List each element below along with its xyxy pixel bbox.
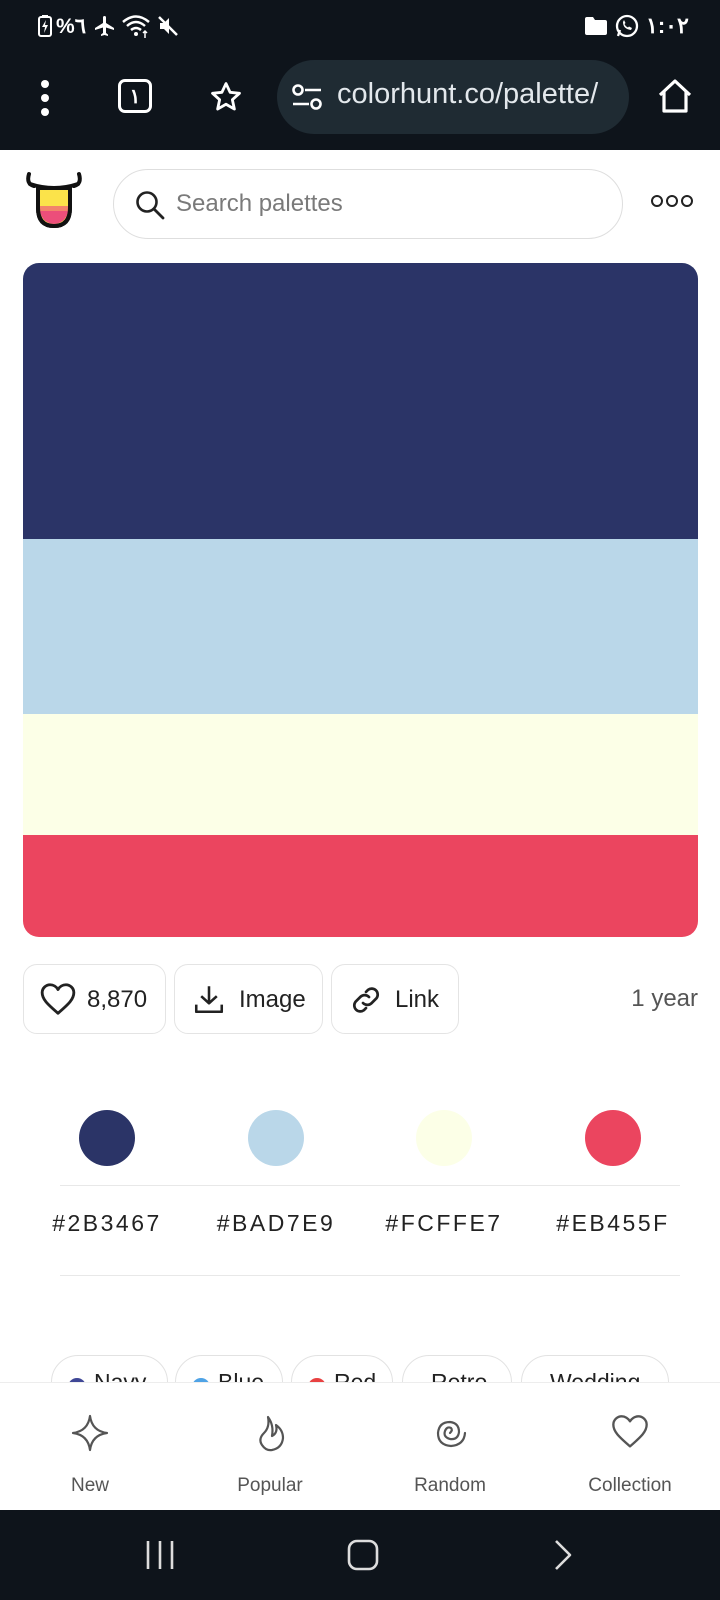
swatch-2[interactable] bbox=[23, 539, 698, 714]
browser-toolbar: ١ colorhunt.co/palette/ bbox=[0, 52, 720, 150]
nav-popular[interactable]: Popular bbox=[190, 1383, 350, 1510]
swatch-4[interactable] bbox=[23, 835, 698, 937]
palette-age: 1 year bbox=[631, 985, 698, 1012]
like-count: 8,870 bbox=[87, 986, 148, 1013]
divider bbox=[60, 1185, 680, 1186]
color-dot-4[interactable] bbox=[585, 1110, 641, 1166]
star-icon[interactable] bbox=[209, 80, 243, 114]
url-text[interactable]: colorhunt.co/palette/ bbox=[337, 78, 622, 111]
page-content: 8,870 Image Link 1 year #2B3467 #BAD7E9 … bbox=[0, 150, 720, 1510]
more-menu-button[interactable] bbox=[650, 184, 700, 218]
heart-icon bbox=[40, 983, 76, 1015]
colorhunt-logo[interactable] bbox=[24, 168, 84, 230]
site-settings-icon[interactable] bbox=[291, 82, 323, 112]
status-bar: %٦ ١:٠٢ bbox=[0, 0, 720, 52]
nav-random[interactable]: Random bbox=[370, 1383, 530, 1510]
link-icon bbox=[352, 987, 380, 1013]
swatch-1[interactable] bbox=[23, 263, 698, 539]
address-bar[interactable]: colorhunt.co/palette/ bbox=[277, 60, 629, 134]
spiral-icon bbox=[436, 1420, 467, 1448]
search-input[interactable] bbox=[176, 187, 596, 221]
more-icon bbox=[651, 195, 693, 207]
link-button-label: Link bbox=[395, 986, 440, 1013]
flame-icon bbox=[259, 1415, 285, 1452]
nav-label: Random bbox=[414, 1475, 486, 1496]
system-navigation-bar bbox=[0, 1510, 720, 1600]
wifi-icon bbox=[122, 15, 150, 38]
color-dot-1[interactable] bbox=[79, 1110, 135, 1166]
battery-percent: %٦ bbox=[56, 15, 86, 38]
home-icon[interactable] bbox=[346, 1538, 380, 1572]
search-icon bbox=[136, 191, 165, 220]
nav-label: Collection bbox=[588, 1475, 672, 1496]
download-icon bbox=[194, 986, 224, 1014]
menu-dots-icon[interactable] bbox=[33, 78, 57, 118]
airplane-mode-icon bbox=[95, 16, 114, 36]
divider bbox=[60, 1275, 680, 1276]
whatsapp-icon bbox=[615, 14, 639, 38]
hex-code-4[interactable]: #EB455F bbox=[533, 1210, 693, 1237]
hex-code-1[interactable]: #2B3467 bbox=[27, 1210, 187, 1237]
hex-code-3[interactable]: #FCFFE7 bbox=[364, 1210, 524, 1237]
like-button[interactable]: 8,870 bbox=[23, 964, 166, 1034]
hex-code-2[interactable]: #BAD7E9 bbox=[196, 1210, 356, 1237]
heart-icon bbox=[612, 1415, 648, 1448]
image-button-label: Image bbox=[239, 986, 306, 1013]
folder-icon bbox=[585, 17, 607, 35]
color-dot-2[interactable] bbox=[248, 1110, 304, 1166]
nav-label: Popular bbox=[237, 1475, 303, 1496]
recents-icon[interactable] bbox=[143, 1538, 177, 1572]
image-download-button[interactable]: Image bbox=[174, 964, 323, 1034]
search-box[interactable] bbox=[113, 169, 623, 239]
nav-new[interactable]: New bbox=[10, 1383, 170, 1510]
clock: ١:٠٢ bbox=[646, 13, 689, 38]
tab-count: ١ bbox=[129, 86, 141, 108]
mute-icon bbox=[158, 16, 178, 36]
color-dot-3[interactable] bbox=[416, 1110, 472, 1166]
nav-collection[interactable]: Collection bbox=[550, 1383, 710, 1510]
swatch-3[interactable] bbox=[23, 714, 698, 835]
sparkle-icon bbox=[71, 1414, 109, 1452]
copy-link-button[interactable]: Link bbox=[331, 964, 459, 1034]
nav-label: New bbox=[70, 1475, 109, 1496]
palette-card[interactable] bbox=[23, 263, 698, 937]
bottom-navigation: New Popular Random Collection bbox=[0, 1382, 720, 1510]
tab-switcher-button[interactable]: ١ bbox=[118, 79, 152, 113]
back-icon[interactable] bbox=[550, 1538, 576, 1572]
battery-icon bbox=[38, 15, 52, 37]
home-icon[interactable] bbox=[655, 76, 695, 116]
